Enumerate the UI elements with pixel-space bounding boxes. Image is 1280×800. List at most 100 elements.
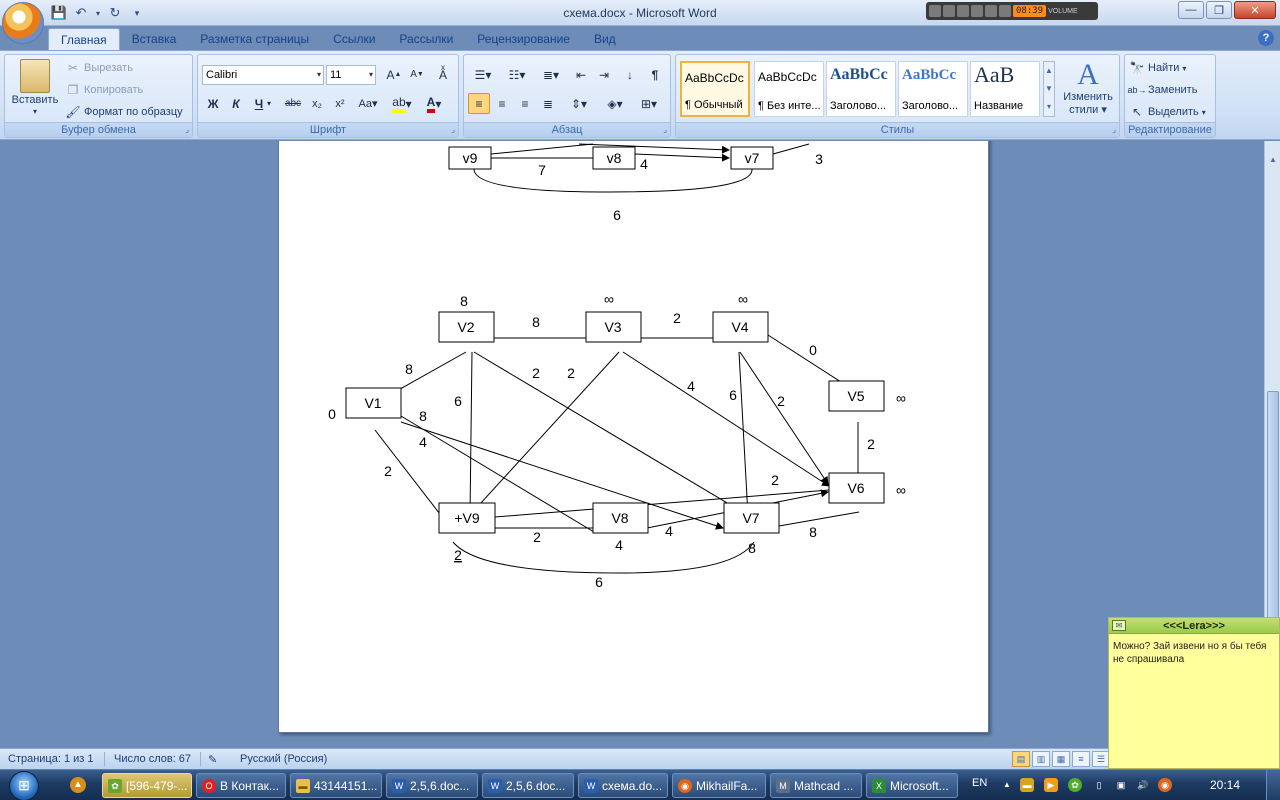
office-button[interactable] xyxy=(2,2,44,44)
media-open-icon[interactable] xyxy=(999,5,1011,17)
multilevel-list-icon[interactable]: ≣▾ xyxy=(536,64,566,85)
tray-device-icon[interactable]: ▯ xyxy=(1092,778,1106,792)
cut-button[interactable]: ✂ Вырезать xyxy=(65,60,133,76)
tab-references[interactable]: Ссылки xyxy=(321,28,387,50)
taskbar-item[interactable]: ✿ [596-479-... xyxy=(102,773,192,798)
taskbar-item[interactable]: X Microsoft... xyxy=(866,773,958,798)
tray-player-icon[interactable]: ▶ xyxy=(1044,778,1058,792)
help-icon[interactable]: ? xyxy=(1258,30,1274,46)
document-page[interactable]: v9 v8 v7 7 4 3 6 V1 V2 V3 V4 V5 V6 V7 V8… xyxy=(278,141,989,733)
start-button[interactable]: ⊞ xyxy=(2,770,46,800)
status-language[interactable]: Русский (Россия) xyxy=(240,753,327,765)
font-size-combo[interactable]: 11 ▾ xyxy=(326,65,376,85)
style-title[interactable]: AaB Название xyxy=(970,61,1040,117)
taskbar-item[interactable]: M Mathcad ... xyxy=(770,773,862,798)
find-button[interactable]: 🔭 Найти ▾ xyxy=(1129,60,1187,76)
format-painter-button[interactable]: 🖌 Формат по образцу xyxy=(65,104,182,120)
tray-expand-icon[interactable]: ▲ xyxy=(1000,778,1014,792)
language-indicator[interactable]: EN xyxy=(972,777,987,789)
style-normal[interactable]: AaBbCcDc ¶ Обычный xyxy=(680,61,750,117)
grow-font-icon[interactable]: A ▲ xyxy=(383,64,405,85)
line-spacing-icon[interactable]: ⇕▾ xyxy=(564,93,594,114)
strikethrough-icon[interactable]: abc xyxy=(282,93,304,114)
tray-volume-icon[interactable]: 🔊 xyxy=(1136,778,1150,792)
borders-icon[interactable]: ⊞▾ xyxy=(634,93,664,114)
node-label: v9 xyxy=(463,150,478,166)
taskbar-item[interactable]: W 2,5,6.doc... xyxy=(482,773,574,798)
media-pause-icon[interactable] xyxy=(957,5,969,17)
tab-review[interactable]: Рецензирование xyxy=(465,28,582,50)
scroll-up-icon[interactable]: ▲ xyxy=(1266,155,1280,169)
style-heading-2[interactable]: AaBbCc Заголово... xyxy=(898,61,968,117)
tray-app-icon[interactable]: ◉ xyxy=(1158,778,1172,792)
select-button[interactable]: ↖ Выделить ▾ xyxy=(1129,104,1206,120)
restore-button[interactable]: ❐ xyxy=(1206,1,1232,19)
status-page[interactable]: Страница: 1 из 1 xyxy=(8,753,94,765)
tab-home[interactable]: Главная xyxy=(48,28,120,50)
tab-page-layout[interactable]: Разметка страницы xyxy=(188,28,321,50)
copy-button[interactable]: ❐ Копировать xyxy=(65,82,144,98)
spellcheck-icon[interactable]: ✎ xyxy=(208,753,217,766)
tray-network-icon[interactable]: ▣ xyxy=(1114,778,1128,792)
underline-dropdown-icon[interactable]: ▾ xyxy=(264,93,274,114)
justify-icon[interactable]: ≣ xyxy=(537,93,559,114)
media-prev-icon[interactable] xyxy=(929,5,941,17)
status-word-count[interactable]: Число слов: 67 xyxy=(114,753,191,765)
tray-icq-icon[interactable]: ✿ xyxy=(1068,778,1082,792)
dialog-launcher-icon[interactable]: ⌟ xyxy=(663,125,667,134)
font-family-combo[interactable]: Calibri ▾ xyxy=(202,65,324,85)
chat-notification[interactable]: ✉ <<<Lera>>> Можно? Зай извени но я бы т… xyxy=(1108,617,1280,769)
shrink-font-icon[interactable]: A ▼ xyxy=(406,64,428,85)
sort-icon[interactable]: ↓ xyxy=(619,64,641,85)
dialog-launcher-icon[interactable]: ⌟ xyxy=(185,125,189,134)
highlight-icon[interactable]: ab ▾ xyxy=(388,93,416,114)
paste-button[interactable]: Вставить ▾ xyxy=(9,59,61,116)
quicklaunch-icon[interactable]: ▲ xyxy=(70,777,86,793)
change-case-icon[interactable]: Aa▾ xyxy=(354,93,382,114)
numbering-icon[interactable]: ☷▾ xyxy=(502,64,532,85)
italic-icon[interactable]: К xyxy=(225,93,247,114)
decrease-indent-icon[interactable]: ⇤ xyxy=(570,64,592,85)
show-desktop-button[interactable] xyxy=(1266,770,1280,800)
subscript-icon[interactable]: x₂ xyxy=(306,93,328,114)
taskbar-item[interactable]: ◉ MikhailFa... xyxy=(672,773,766,798)
style-heading-1[interactable]: AaBbCc Заголово... xyxy=(826,61,896,117)
style-no-spacing[interactable]: AaBbCcDc ¶ Без инте... xyxy=(754,61,824,117)
tab-mailings[interactable]: Рассылки xyxy=(387,28,465,50)
media-play-icon[interactable] xyxy=(943,5,955,17)
tab-view[interactable]: Вид xyxy=(582,28,628,50)
taskbar-item[interactable]: ▬ 43144151... xyxy=(290,773,382,798)
taskbar-item[interactable]: OВ Контак... xyxy=(196,773,286,798)
media-volume-label[interactable]: VOLUME xyxy=(1048,8,1078,15)
web-layout-icon[interactable]: ▦ xyxy=(1052,751,1070,767)
shading-icon[interactable]: ◈▾ xyxy=(600,93,630,114)
taskbar-item[interactable]: W 2,5,6.doc... xyxy=(386,773,478,798)
bold-icon[interactable]: Ж xyxy=(202,93,224,114)
show-marks-icon[interactable]: ¶ xyxy=(644,64,666,85)
close-button[interactable]: ✕ xyxy=(1234,1,1276,19)
clear-format-icon[interactable]: Aͯ xyxy=(432,64,454,85)
font-color-icon[interactable]: A ▾ xyxy=(420,93,448,114)
media-next-icon[interactable] xyxy=(985,5,997,17)
media-stop-icon[interactable] xyxy=(971,5,983,17)
change-styles-button[interactable]: A Изменить стили ▾ xyxy=(1058,59,1118,117)
bullets-icon[interactable]: ☰▾ xyxy=(468,64,498,85)
print-layout-icon[interactable]: ▤ xyxy=(1012,751,1030,767)
replace-button[interactable]: ab→ Заменить xyxy=(1128,82,1198,98)
taskbar-item[interactable]: Wсхема.do... xyxy=(578,773,668,798)
styles-scroll[interactable]: ▲ ▼ ▾ xyxy=(1043,61,1055,117)
tab-insert[interactable]: Вставка xyxy=(120,28,189,50)
dialog-launcher-icon[interactable]: ⌟ xyxy=(1112,125,1116,134)
superscript-icon[interactable]: x² xyxy=(329,93,351,114)
icq-icon: ✿ xyxy=(108,778,122,793)
full-screen-reading-icon[interactable]: ▥ xyxy=(1032,751,1050,767)
clock[interactable]: 20:14 xyxy=(1210,778,1240,792)
increase-indent-icon[interactable]: ⇥ xyxy=(593,64,615,85)
align-left-icon[interactable]: ≡ xyxy=(468,93,490,114)
align-center-icon[interactable]: ≡ xyxy=(491,93,513,114)
minimize-button[interactable]: — xyxy=(1178,1,1204,19)
tray-folder-icon[interactable]: ▬ xyxy=(1020,778,1034,792)
dialog-launcher-icon[interactable]: ⌟ xyxy=(451,125,455,134)
outline-icon[interactable]: ≡ xyxy=(1072,751,1090,767)
align-right-icon[interactable]: ≡ xyxy=(514,93,536,114)
